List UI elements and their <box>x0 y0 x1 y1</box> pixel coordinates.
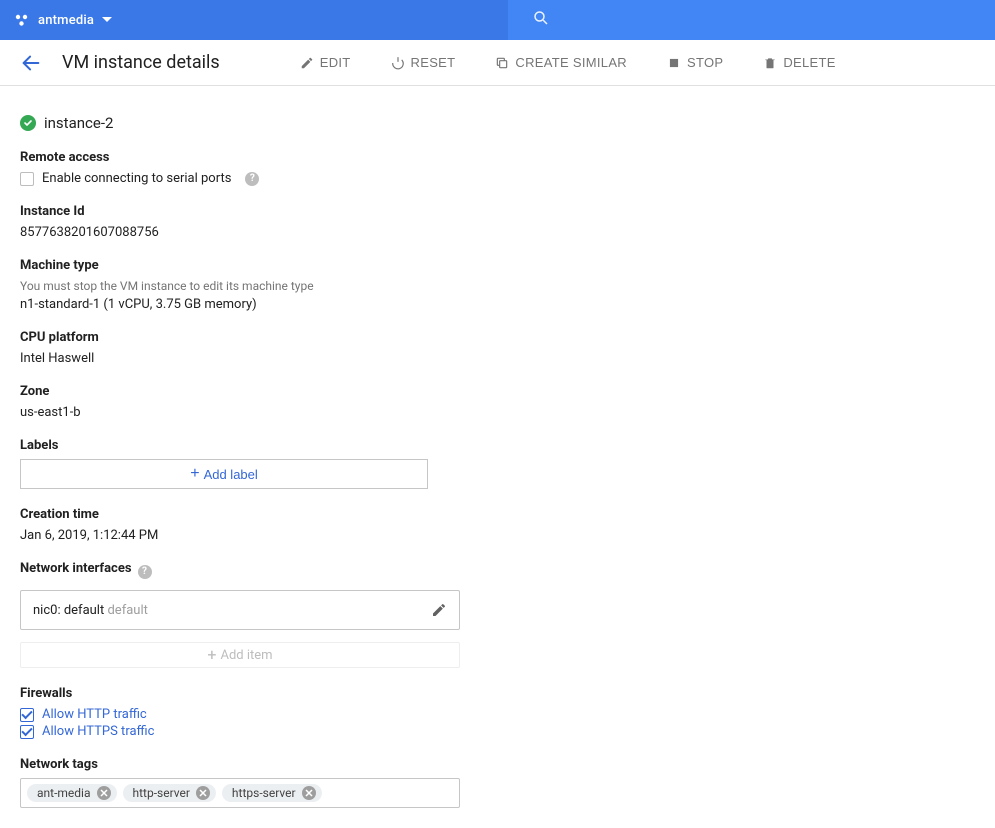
project-name: antmedia <box>38 13 94 28</box>
edit-button[interactable]: EDIT <box>290 49 361 76</box>
firewall-http-row: Allow HTTP traffic <box>20 707 480 722</box>
add-item-text: Add item <box>221 648 273 663</box>
search-icon <box>532 9 550 31</box>
zone-label: Zone <box>20 384 480 399</box>
nic-row[interactable]: nic0: default default <box>20 590 460 630</box>
machine-type-label: Machine type <box>20 258 480 273</box>
action-bar: VM instance details EDIT RESET CREATE SI… <box>0 40 995 86</box>
serial-ports-row: Enable connecting to serial ports ? <box>20 171 480 186</box>
tag-text: ant-media <box>37 786 91 800</box>
firewall-http-label: Allow HTTP traffic <box>42 707 147 722</box>
firewall-http-checkbox[interactable] <box>20 708 34 722</box>
firewalls-section: Firewalls Allow HTTP traffic Allow HTTPS… <box>20 686 480 739</box>
chevron-down-icon <box>102 17 112 23</box>
create-similar-button[interactable]: CREATE SIMILAR <box>485 49 637 76</box>
cpu-platform-section: CPU platform Intel Haswell <box>20 330 480 366</box>
search-bar[interactable] <box>508 0 995 40</box>
tag-remove-button[interactable] <box>196 786 210 800</box>
instance-id-section: Instance Id 8577638201607088756 <box>20 204 480 240</box>
remote-access-section: Remote access Enable connecting to seria… <box>20 150 480 186</box>
network-tags-input[interactable]: ant-media http-server https-server <box>20 778 460 808</box>
add-label-button[interactable]: + Add label <box>20 459 428 489</box>
instance-header: instance-2 <box>20 114 975 132</box>
nic-primary: nic0: default <box>33 603 104 618</box>
firewall-https-checkbox[interactable] <box>20 725 34 739</box>
plus-icon: + <box>207 647 216 663</box>
help-icon[interactable]: ? <box>245 172 259 186</box>
cpu-platform-value: Intel Haswell <box>20 351 480 366</box>
gcp-logo-icon <box>14 12 30 28</box>
cpu-platform-label: CPU platform <box>20 330 480 345</box>
add-nic-button: + Add item <box>20 642 460 668</box>
project-selector[interactable]: antmedia <box>0 0 508 40</box>
power-icon <box>391 56 405 70</box>
firewalls-label: Firewalls <box>20 686 480 701</box>
labels-section: Labels + Add label <box>20 438 480 489</box>
machine-type-section: Machine type You must stop the VM instan… <box>20 258 480 312</box>
create-similar-label: CREATE SIMILAR <box>515 55 627 70</box>
stop-label: STOP <box>687 55 723 70</box>
tag-text: https-server <box>232 786 296 800</box>
remote-access-label: Remote access <box>20 150 480 165</box>
instance-id-value: 8577638201607088756 <box>20 225 480 240</box>
reset-button[interactable]: RESET <box>381 49 466 76</box>
instance-id-label: Instance Id <box>20 204 480 219</box>
tag-text: http-server <box>133 786 190 800</box>
firewall-https-label: Allow HTTPS traffic <box>42 724 154 739</box>
serial-ports-checkbox[interactable] <box>20 172 34 186</box>
edit-nic-button[interactable] <box>431 602 447 618</box>
delete-label: DELETE <box>783 55 835 70</box>
network-interfaces-label: Network interfaces <box>20 561 132 576</box>
tag-chip: ant-media <box>27 784 117 802</box>
firewall-https-row: Allow HTTPS traffic <box>20 724 480 739</box>
edit-label: EDIT <box>320 55 351 70</box>
network-interfaces-section: Network interfaces ? nic0: default defau… <box>20 561 975 668</box>
stop-button[interactable]: STOP <box>657 49 733 76</box>
tag-chip: https-server <box>222 784 322 802</box>
copy-icon <box>495 56 509 70</box>
nic-secondary: default <box>107 603 147 618</box>
top-bar: antmedia <box>0 0 995 40</box>
add-label-text: Add label <box>204 467 258 482</box>
help-icon[interactable]: ? <box>138 565 152 579</box>
machine-type-value: n1-standard-1 (1 vCPU, 3.75 GB memory) <box>20 297 480 312</box>
status-running-icon <box>20 115 36 131</box>
labels-label: Labels <box>20 438 480 453</box>
creation-time-section: Creation time Jan 6, 2019, 1:12:44 PM <box>20 507 480 543</box>
reset-label: RESET <box>411 55 456 70</box>
pencil-icon <box>300 56 314 70</box>
plus-icon: + <box>190 466 199 482</box>
network-tags-label: Network tags <box>20 757 975 772</box>
creation-time-value: Jan 6, 2019, 1:12:44 PM <box>20 528 480 543</box>
instance-name: instance-2 <box>44 114 113 132</box>
serial-ports-label: Enable connecting to serial ports <box>42 171 231 186</box>
machine-type-note: You must stop the VM instance to edit it… <box>20 279 480 293</box>
creation-time-label: Creation time <box>20 507 480 522</box>
content: instance-2 Remote access Enable connecti… <box>0 86 995 828</box>
tag-chip: http-server <box>123 784 216 802</box>
network-tags-section: Network tags ant-media http-server https… <box>20 757 975 808</box>
delete-button[interactable]: DELETE <box>753 49 845 76</box>
tag-remove-button[interactable] <box>302 786 316 800</box>
page-title: VM instance details <box>62 52 220 73</box>
stop-icon <box>667 56 681 70</box>
tag-remove-button[interactable] <box>97 786 111 800</box>
zone-value: us-east1-b <box>20 405 480 420</box>
trash-icon <box>763 56 777 70</box>
back-button[interactable] <box>20 52 42 74</box>
zone-section: Zone us-east1-b <box>20 384 480 420</box>
